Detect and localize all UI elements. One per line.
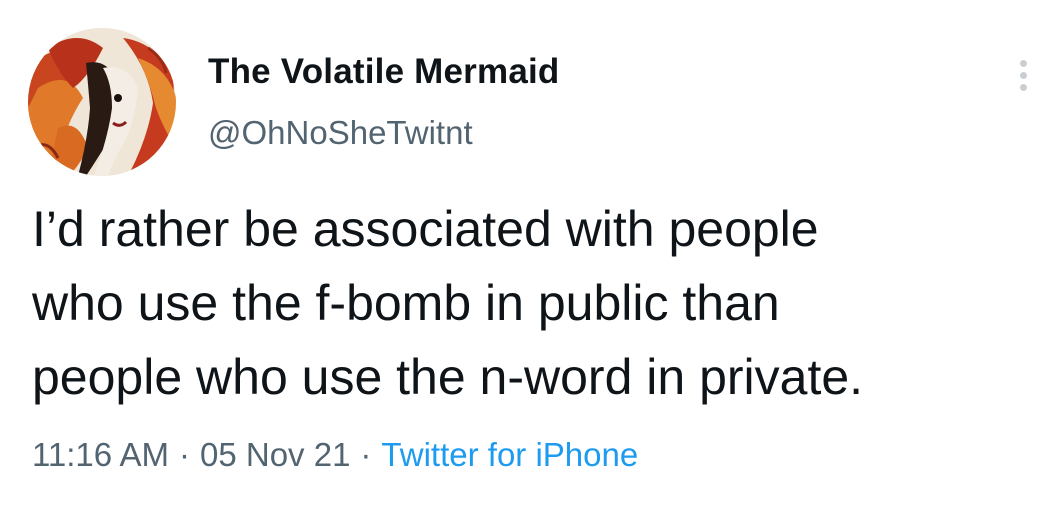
tweet-date[interactable]: 05 Nov 21 (200, 436, 350, 473)
tweet-metadata: 11:16 AM · 05 Nov 21 · Twitter for iPhone (32, 436, 638, 474)
tweet-text: I’d rather be associated with people who… (32, 192, 1032, 414)
tweet-time[interactable]: 11:16 AM (32, 436, 169, 473)
more-options-icon[interactable] (1016, 56, 1030, 96)
more-dot (1020, 60, 1027, 67)
author-handle[interactable]: @OhNoSheTwitnt (208, 114, 473, 152)
author-display-name[interactable]: The Volatile Mermaid (208, 52, 560, 92)
tweet-card: The Volatile Mermaid @OhNoSheTwitnt I’d … (0, 0, 1051, 514)
meta-separator: · (178, 436, 190, 473)
tweet-text-line: who use the f-bomb in public than (32, 275, 780, 331)
meta-separator: · (360, 436, 372, 473)
tweet-text-line: I’d rather be associated with people (32, 201, 819, 257)
author-avatar[interactable] (28, 28, 176, 176)
more-dot (1020, 84, 1027, 91)
tweet-text-line: people who use the n-word in private. (32, 349, 864, 405)
avatar-image (28, 28, 176, 176)
more-dot (1020, 72, 1027, 79)
tweet-source-link[interactable]: Twitter for iPhone (381, 436, 638, 473)
